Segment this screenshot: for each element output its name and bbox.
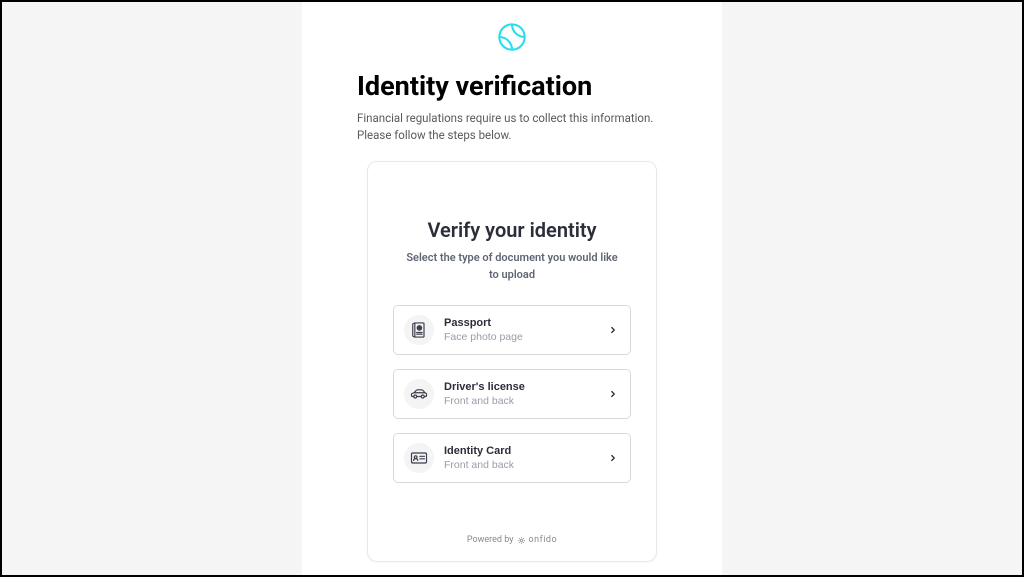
subtitle-line-1: Financial regulations require us to coll… — [357, 111, 653, 125]
powered-by: Powered by onfido — [393, 535, 631, 545]
doc-text: Passport Face photo page — [444, 316, 608, 344]
doc-text: Driver's license Front and back — [444, 380, 608, 408]
doc-option-identity-card[interactable]: Identity Card Front and back — [393, 433, 631, 483]
doc-desc: Front and back — [444, 395, 608, 409]
card-subtitle: Select the type of document you would li… — [393, 250, 631, 283]
powered-by-brand: onfido — [517, 535, 557, 545]
page-wrapper: Identity verification Financial regulati… — [2, 2, 1022, 575]
left-gutter — [2, 2, 302, 575]
doc-option-passport[interactable]: Passport Face photo page — [393, 305, 631, 355]
doc-option-drivers-license[interactable]: Driver's license Front and back — [393, 369, 631, 419]
page-subtitle: Financial regulations require us to coll… — [357, 110, 653, 143]
powered-by-prefix: Powered by — [467, 535, 514, 545]
doc-title: Passport — [444, 316, 608, 330]
gemini-logo-icon — [497, 22, 527, 52]
doc-desc: Front and back — [444, 459, 608, 473]
page-title: Identity verification — [357, 70, 592, 102]
verification-card: Verify your identity Select the type of … — [367, 161, 657, 562]
id-card-icon — [404, 443, 434, 473]
card-title: Verify your identity — [393, 218, 631, 242]
powered-by-brand-text: onfido — [528, 535, 557, 545]
car-icon — [404, 379, 434, 409]
right-gutter — [722, 2, 1022, 575]
doc-title: Identity Card — [444, 444, 608, 458]
doc-title: Driver's license — [444, 380, 608, 394]
onfido-logo-icon — [517, 536, 526, 545]
brand-logo — [357, 22, 667, 52]
passport-icon — [404, 315, 434, 345]
main-column: Identity verification Financial regulati… — [302, 2, 722, 575]
chevron-right-icon — [608, 387, 618, 402]
doc-text: Identity Card Front and back — [444, 444, 608, 472]
subtitle-line-2: Please follow the steps below. — [357, 128, 511, 142]
doc-desc: Face photo page — [444, 331, 608, 345]
chevron-right-icon — [608, 451, 618, 466]
chevron-right-icon — [608, 323, 618, 338]
